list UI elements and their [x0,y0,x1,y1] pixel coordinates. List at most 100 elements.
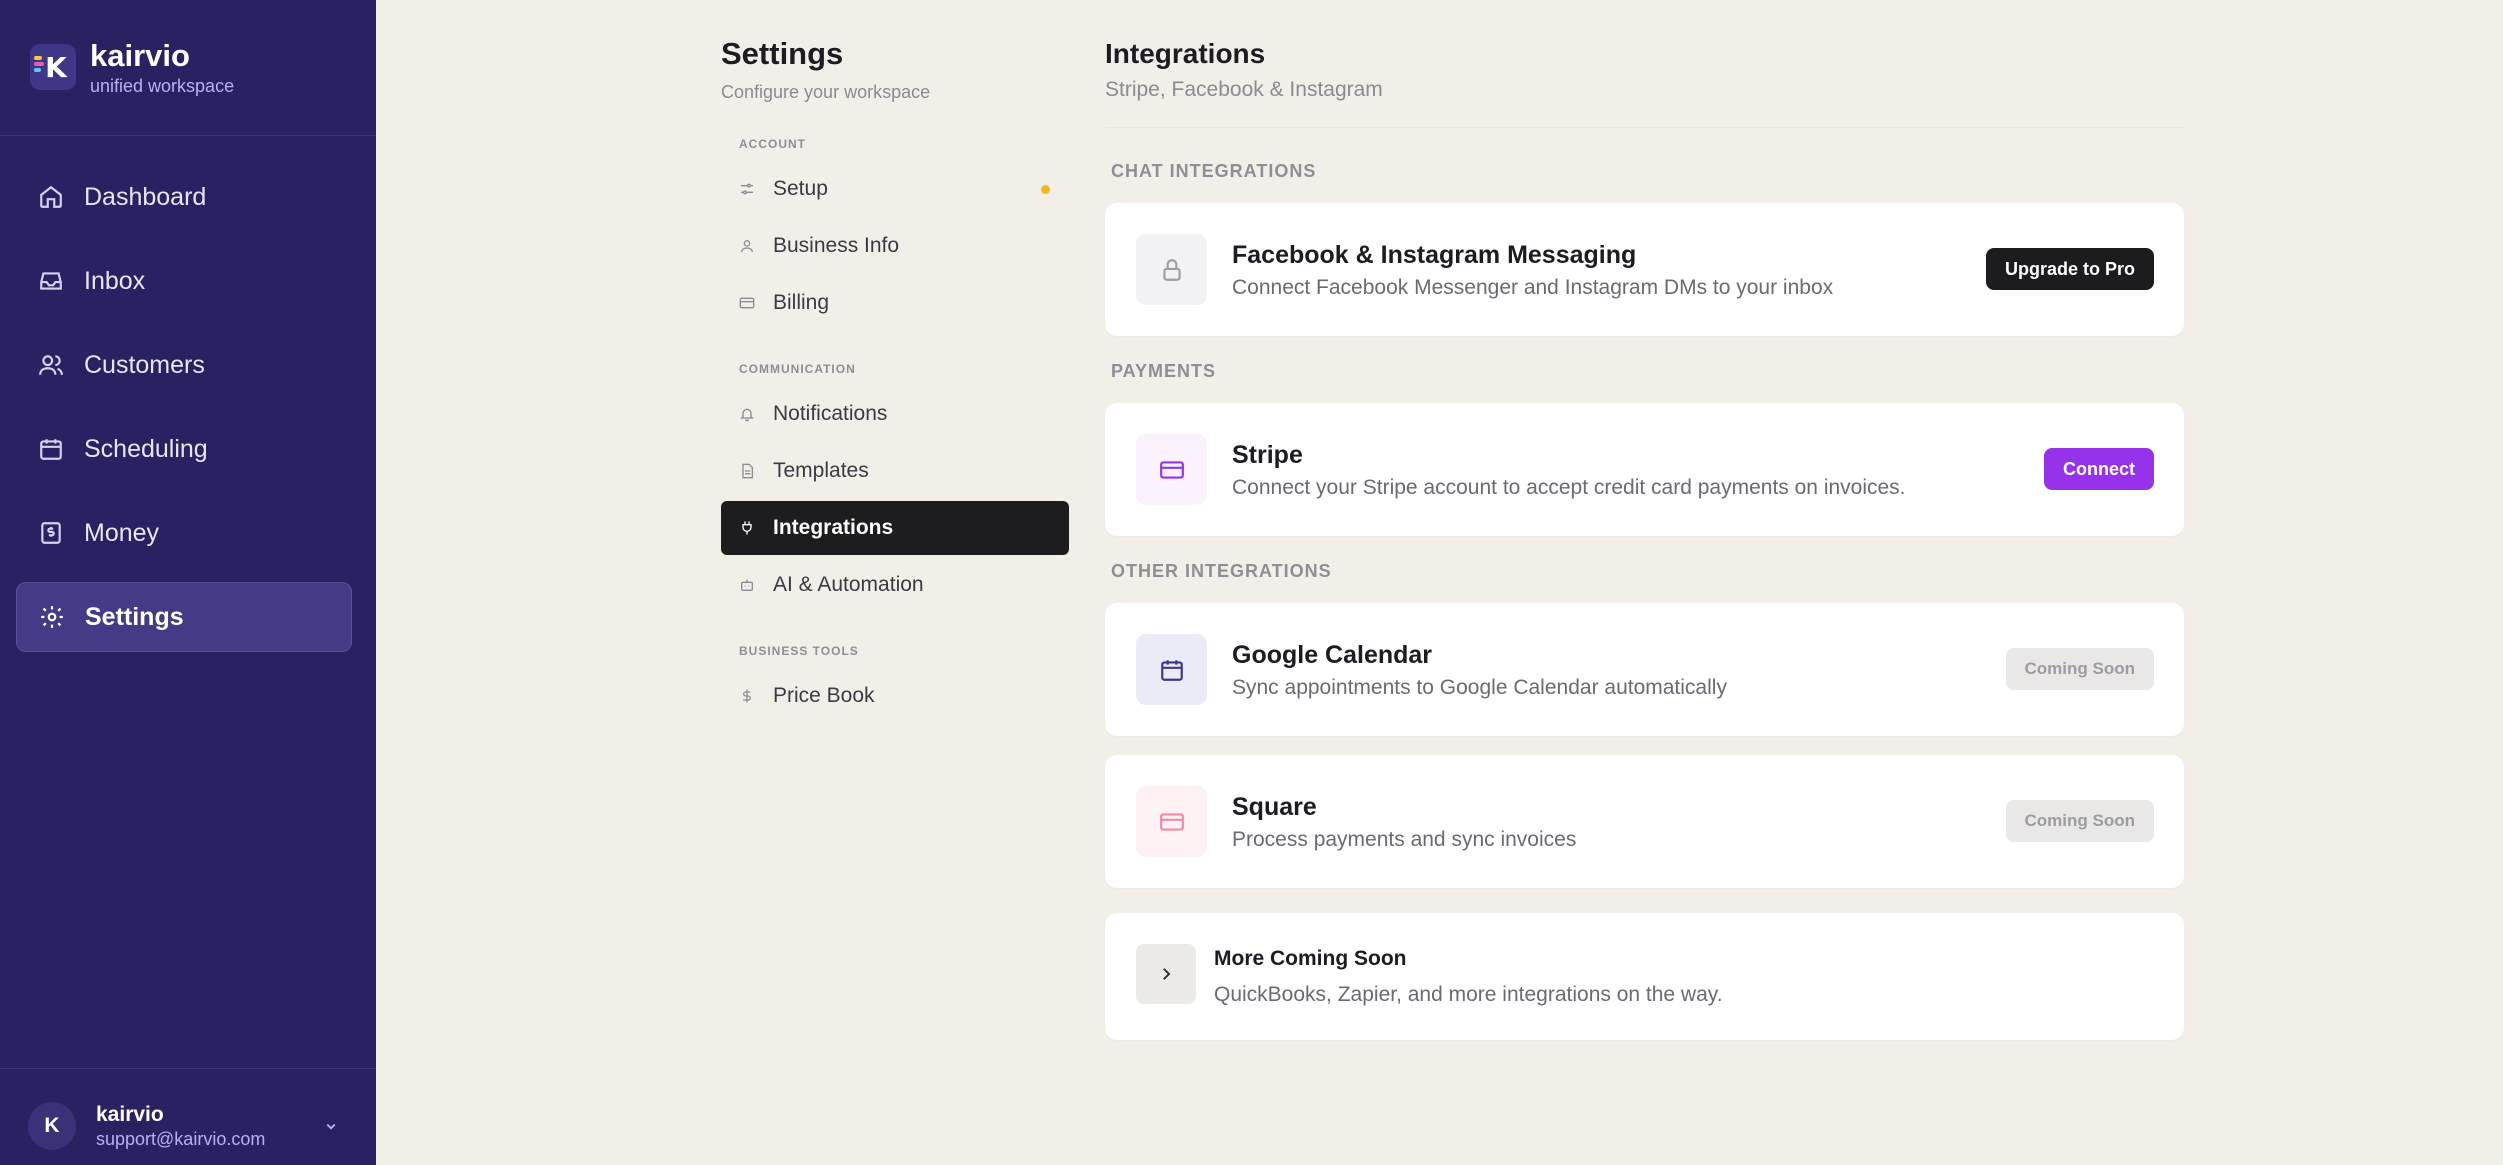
users-icon [39,355,63,375]
settings-item-label: Integrations [773,516,894,539]
chevron-right-icon [1163,968,1171,980]
brand[interactable]: K kairvio unified workspace [30,38,234,97]
divider [0,135,376,136]
nav-item-settings[interactable]: Settings [16,582,352,652]
coming-soon-button: Coming Soon [2005,800,2154,842]
bell-icon [740,408,754,422]
nav-label: Customers [84,350,205,379]
divider [0,1068,376,1069]
card-title: Facebook & Instagram Messaging [1232,241,1637,269]
nav-label: Settings [85,602,184,631]
card-title: Google Calendar [1232,641,1433,669]
credit-card-icon [739,297,755,309]
section-label-communication: COMMUNICATION [739,362,856,376]
logo-letter: K [45,50,67,84]
upgrade-to-pro-button[interactable]: Upgrade to Pro [1985,248,2154,290]
settings-item-price-book[interactable]: Price Book [721,669,1069,723]
user-menu[interactable]: K kairvio support@kairvio.com [28,1102,265,1150]
settings-item-label: Notifications [773,402,888,425]
nav-label: Scheduling [84,434,208,463]
dollar-receipt-icon [41,522,61,544]
settings-item-notifications[interactable]: Notifications [721,387,1069,441]
integration-card-square: Square Process payments and sync invoice… [1105,755,2184,888]
setup-status-dot [1041,185,1050,194]
main-nav: Dashboard Inbox Customers Scheduling Mon… [16,162,352,666]
card-icon [1136,434,1207,505]
integration-card-facebook: Facebook & Instagram Messaging Connect F… [1105,203,2184,336]
settings-item-label: AI & Automation [773,573,924,596]
more-icon-box [1136,944,1196,1004]
credit-card-icon [1159,460,1184,479]
calendar-icon [1160,659,1183,681]
settings-subtitle: Configure your workspace [721,82,931,102]
nav-label: Dashboard [84,182,207,211]
user-info: kairvio support@kairvio.com [96,1103,265,1150]
card-icon [1136,634,1207,705]
nav-item-dashboard[interactable]: Dashboard [16,162,352,232]
card-title: Square [1232,793,1317,821]
nav-item-money[interactable]: Money [16,498,352,568]
settings-item-setup[interactable]: Setup [721,162,1069,216]
inbox-icon [40,272,62,290]
robot-icon [741,579,753,591]
app-sidebar: K kairvio unified workspace Dashboard In… [0,0,376,1165]
logo-stripes [34,56,44,78]
card-icon [1136,786,1207,857]
section-label-chat: CHAT INTEGRATIONS [1111,161,1317,181]
gear-icon [41,606,63,628]
settings-item-label: Business Info [773,234,900,257]
section-label-payments: PAYMENTS [1111,361,1217,381]
more-coming-soon-card: More Coming Soon QuickBooks, Zapier, and… [1105,913,2184,1040]
settings-item-billing[interactable]: Billing [721,276,1069,330]
document-icon [742,463,753,479]
calendar-icon [40,439,62,460]
settings-title: Settings [721,36,844,71]
avatar: K [28,1102,76,1150]
card-icon [1136,234,1207,305]
integration-card-stripe: Stripe Connect your Stripe account to ac… [1105,403,2184,536]
page-title: Integrations [1105,38,1266,69]
section-label-business-tools: BUSINESS TOOLS [739,644,859,658]
brand-text: kairvio unified workspace [90,38,234,97]
nav-item-scheduling[interactable]: Scheduling [16,414,352,484]
settings-item-integrations[interactable]: Integrations [721,501,1069,555]
card-description: Process payments and sync invoices [1232,828,1577,851]
card-description: Sync appointments to Google Calendar aut… [1232,676,1727,699]
nav-label: Money [84,518,160,547]
card-description: QuickBooks, Zapier, and more integration… [1214,983,1723,1006]
integration-card-google-calendar: Google Calendar Sync appointments to Goo… [1105,603,2184,736]
lock-icon [1162,258,1181,281]
connect-button[interactable]: Connect [2044,448,2154,490]
brand-logo: K [30,44,76,90]
card-description: Connect Facebook Messenger and Instagram… [1232,276,1834,299]
sliders-icon [741,183,753,195]
chevron-down-icon[interactable] [322,1117,340,1135]
page-subtitle: Stripe, Facebook & Instagram [1105,78,1383,101]
settings-item-label: Billing [773,291,830,314]
settings-item-ai-automation[interactable]: AI & Automation [721,558,1069,612]
divider [1105,127,2184,128]
credit-card-icon [1159,812,1184,831]
user-email: support@kairvio.com [96,1128,266,1149]
home-icon [40,185,62,208]
section-label-other: OTHER INTEGRATIONS [1111,561,1332,581]
app-tagline: unified workspace [90,76,235,96]
nav-item-inbox[interactable]: Inbox [16,246,352,316]
plug-icon [742,521,752,535]
user-name: kairvio [96,1102,164,1126]
settings-item-label: Setup [773,177,828,200]
dollar-icon [743,689,751,703]
nav-item-customers[interactable]: Customers [16,330,352,400]
nav-label: Inbox [84,266,146,295]
coming-soon-button: Coming Soon [2005,648,2154,690]
card-title: More Coming Soon [1214,947,1407,970]
settings-item-label: Price Book [773,684,875,707]
card-title: Stripe [1232,441,1303,469]
settings-item-label: Templates [773,459,869,482]
section-label-account: ACCOUNT [739,137,806,151]
settings-item-business-info[interactable]: Business Info [721,219,1069,273]
app-name: kairvio [90,38,190,73]
card-description: Connect your Stripe account to accept cr… [1232,476,1906,499]
settings-item-templates[interactable]: Templates [721,444,1069,498]
user-icon [741,240,753,253]
